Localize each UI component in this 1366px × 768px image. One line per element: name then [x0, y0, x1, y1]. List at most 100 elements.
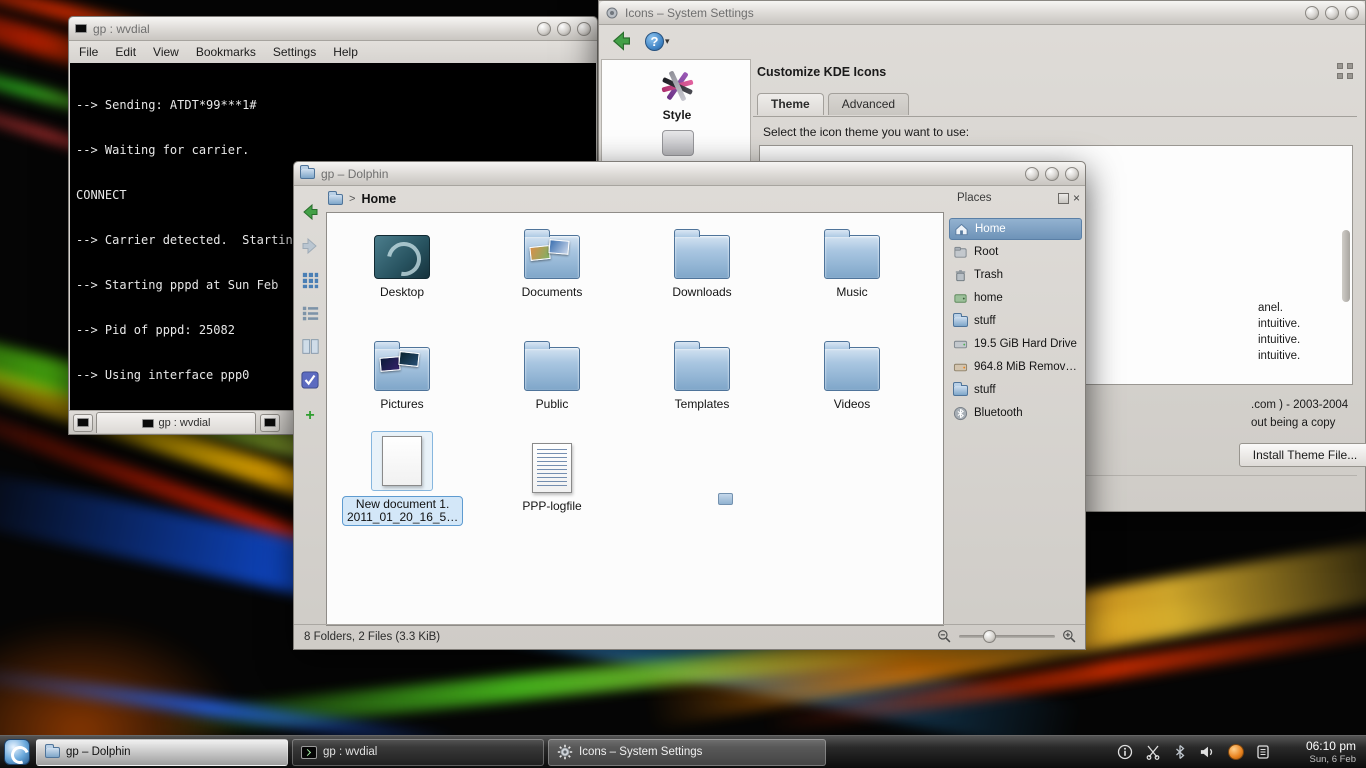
menu-settings[interactable]: Settings — [273, 45, 316, 59]
terminal-task-icon — [301, 746, 317, 759]
preview-toggle-button[interactable] — [298, 368, 322, 392]
tab-list-button[interactable] — [260, 414, 280, 432]
back-button[interactable] — [298, 200, 322, 224]
minimize-button[interactable] — [1305, 6, 1319, 20]
help-button[interactable]: ? ▾ — [645, 32, 670, 51]
add-button[interactable]: + — [298, 404, 322, 428]
zoom-in-icon[interactable] — [1062, 629, 1077, 644]
terminal-window-title: gp : wvdial — [93, 22, 150, 36]
terminal-line: --> Waiting for carrier. — [76, 143, 590, 158]
select-theme-label: Select the icon theme you want to use: — [763, 125, 969, 139]
sidebar-item-style[interactable]: Style — [627, 68, 727, 122]
places-title: Places — [957, 192, 992, 204]
close-panel-icon[interactable]: × — [1073, 192, 1080, 204]
close-button[interactable] — [577, 22, 591, 36]
sidebar-item-partial-icon[interactable] — [662, 130, 694, 156]
terminal-line: --> Sending: ATDT*99***1# — [76, 98, 590, 113]
task-system-settings[interactable]: Icons – System Settings — [548, 739, 826, 766]
menu-edit[interactable]: Edit — [115, 45, 136, 59]
close-button[interactable] — [1345, 6, 1359, 20]
file-item-desktop[interactable]: Desktop — [342, 221, 462, 299]
detach-panel-icon[interactable] — [1058, 193, 1069, 204]
file-item-pictures[interactable]: Pictures — [342, 333, 462, 411]
volume-icon[interactable] — [1199, 744, 1216, 760]
task-dolphin[interactable]: gp – Dolphin — [36, 739, 288, 766]
breadcrumb-home[interactable]: Home — [361, 192, 396, 206]
places-item-root[interactable]: Root — [949, 241, 1082, 263]
dolphin-file-view[interactable]: Desktop Documents Downloads Music — [326, 212, 944, 626]
device-notifier-icon[interactable] — [1256, 744, 1270, 760]
terminal-tab[interactable]: gp : wvdial — [96, 412, 256, 433]
info-icon[interactable] — [1117, 744, 1133, 760]
folder-icon — [674, 235, 730, 279]
file-item-templates[interactable]: Templates — [642, 333, 762, 411]
scrollbar[interactable] — [1342, 230, 1350, 302]
menu-bookmarks[interactable]: Bookmarks — [196, 45, 256, 59]
theme-copyright-text: .com ) - 2003-2004 — [1251, 399, 1348, 411]
file-item-videos[interactable]: Videos — [792, 333, 912, 411]
gear-icon — [557, 744, 573, 760]
system-settings-titlebar[interactable]: Icons – System Settings — [599, 1, 1365, 25]
details-view-icon — [302, 305, 319, 322]
documents-folder-icon — [524, 235, 580, 279]
places-item-removable-drive[interactable]: 964.8 MiB Remov… — [949, 356, 1082, 378]
tab-theme[interactable]: Theme — [757, 93, 824, 115]
forward-arrow-icon — [300, 236, 320, 256]
dolphin-titlebar[interactable]: gp – Dolphin — [294, 162, 1085, 186]
klipper-scissors-icon[interactable] — [1145, 744, 1161, 760]
back-button[interactable] — [609, 29, 633, 53]
close-button[interactable] — [1065, 167, 1079, 181]
updates-tray-icon[interactable] — [1228, 744, 1244, 760]
file-item-public[interactable]: Public — [492, 333, 612, 411]
places-item-stuff-2[interactable]: stuff — [949, 379, 1082, 401]
new-tab-button[interactable] — [73, 414, 93, 432]
back-arrow-icon — [300, 202, 320, 222]
icon-grid-toggle[interactable] — [1337, 63, 1353, 79]
task-terminal[interactable]: gp : wvdial — [292, 739, 544, 766]
taskbar: gp – Dolphin gp : wvdial Icons – System … — [0, 735, 1366, 768]
menu-help[interactable]: Help — [333, 45, 358, 59]
places-item-home-device[interactable]: home — [949, 287, 1082, 309]
places-item-home[interactable]: Home — [949, 218, 1082, 240]
page-title: Customize KDE Icons — [757, 65, 886, 79]
places-item-stuff[interactable]: stuff — [949, 310, 1082, 332]
minimize-button[interactable] — [1025, 167, 1039, 181]
tab-advanced[interactable]: Advanced — [828, 93, 909, 115]
places-item-hard-drive[interactable]: 19.5 GiB Hard Drive — [949, 333, 1082, 355]
digital-clock[interactable]: 06:10 pm Sun, 6 Feb — [1280, 739, 1366, 766]
menu-view[interactable]: View — [153, 45, 179, 59]
pictures-folder-icon — [374, 347, 430, 391]
forward-button[interactable] — [298, 234, 322, 258]
bluetooth-tray-icon[interactable] — [1173, 744, 1187, 760]
maximize-button[interactable] — [557, 22, 571, 36]
file-item-music[interactable]: Music — [792, 221, 912, 299]
places-item-trash[interactable]: Trash — [949, 264, 1082, 286]
terminal-titlebar[interactable]: gp : wvdial — [69, 17, 597, 41]
home-icon — [954, 222, 969, 237]
places-item-bluetooth[interactable]: Bluetooth — [949, 402, 1082, 424]
icons-view-button[interactable] — [298, 268, 322, 292]
text-file-icon — [532, 443, 572, 493]
zoom-slider-handle[interactable] — [983, 630, 996, 643]
zoom-slider[interactable] — [959, 635, 1055, 638]
file-item-downloads[interactable]: Downloads — [642, 221, 762, 299]
style-icon — [659, 68, 695, 104]
minimize-button[interactable] — [537, 22, 551, 36]
file-item-ppp-logfile[interactable]: PPP-logfile — [492, 435, 612, 513]
help-icon: ? — [645, 32, 664, 51]
folder-icon — [953, 316, 968, 327]
zoom-out-icon[interactable] — [937, 629, 952, 644]
maximize-button[interactable] — [1045, 167, 1059, 181]
file-item-new-document[interactable]: New document 1. 2011_01_20_16_5… — [342, 433, 462, 526]
breadcrumb[interactable]: > Home — [328, 192, 396, 206]
details-view-button[interactable] — [298, 301, 322, 325]
maximize-button[interactable] — [1325, 6, 1339, 20]
columns-view-button[interactable] — [298, 334, 322, 358]
terminal-tab-label: gp : wvdial — [159, 417, 211, 429]
install-theme-button[interactable]: Install Theme File... — [1239, 443, 1366, 467]
file-item-documents[interactable]: Documents — [492, 221, 612, 299]
menu-file[interactable]: File — [79, 45, 98, 59]
tab-divider — [753, 116, 1357, 117]
kickoff-launcher[interactable] — [0, 736, 34, 768]
folder-icon — [824, 235, 880, 279]
